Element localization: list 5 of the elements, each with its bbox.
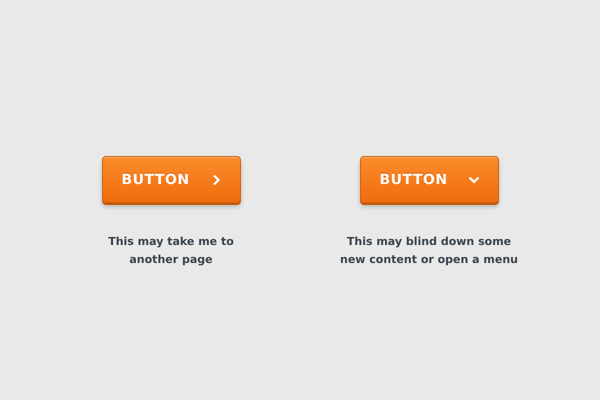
caption: This may blind down some new content or open a menu bbox=[340, 234, 518, 268]
chevron-down-icon bbox=[468, 174, 480, 186]
button[interactable]: BUTTON bbox=[102, 156, 240, 203]
caption: This may take me to another page bbox=[108, 234, 234, 268]
button[interactable]: BUTTON bbox=[360, 156, 498, 203]
